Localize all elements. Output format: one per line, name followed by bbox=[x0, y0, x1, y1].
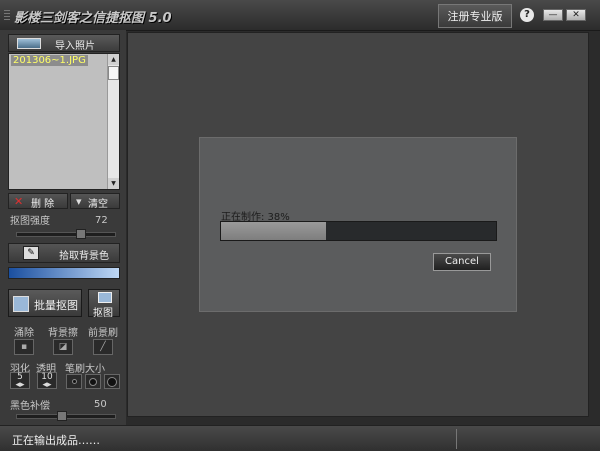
cutout-icon bbox=[98, 292, 112, 303]
brush-medium-option[interactable] bbox=[85, 374, 101, 389]
batch-icon bbox=[13, 296, 29, 312]
cutout-button[interactable]: 抠图 bbox=[88, 289, 120, 319]
brush-small-option[interactable] bbox=[66, 374, 82, 389]
background-brush-label: 背景擦 bbox=[48, 328, 78, 339]
grip-icon bbox=[4, 10, 10, 20]
scroll-thumb[interactable] bbox=[108, 66, 119, 80]
clear-button[interactable]: ▾ 清空 bbox=[70, 193, 120, 210]
import-photos-button[interactable]: 导入照片 bbox=[8, 34, 120, 52]
small-dot-icon bbox=[72, 379, 77, 384]
black-compensation-label: 黑色补偿 bbox=[10, 401, 50, 412]
stepper-arrows-icon: ◂▸ bbox=[15, 380, 25, 390]
progress-bar-fill bbox=[221, 222, 326, 240]
cutout-label: 抠图 bbox=[93, 308, 113, 319]
batch-cutout-label: 批量抠图 bbox=[34, 299, 78, 312]
black-compensation-slider[interactable] bbox=[16, 411, 116, 421]
stepper-arrows-icon: ◂▸ bbox=[42, 380, 52, 390]
pick-background-color-button[interactable]: ✎ 拾取背景色 bbox=[8, 243, 120, 263]
strength-value: 72 bbox=[95, 215, 108, 226]
black-compensation-slider-knob[interactable] bbox=[57, 411, 67, 421]
scroll-up-arrow-icon[interactable]: ▲ bbox=[108, 54, 119, 65]
title-bar: 影楼三剑客之信捷抠图 5.0 注册专业版 ? — ✕ bbox=[0, 0, 600, 31]
minimize-button[interactable]: — bbox=[543, 9, 563, 21]
status-text: 正在输出成品…… bbox=[12, 434, 100, 447]
delete-x-icon: ✕ bbox=[14, 195, 24, 208]
eyedropper-icon: ✎ bbox=[23, 246, 39, 260]
feather-stepper[interactable]: 5 ◂▸ bbox=[10, 372, 30, 390]
close-button[interactable]: ✕ bbox=[566, 9, 586, 21]
opacity-stepper[interactable]: 10 ◂▸ bbox=[37, 372, 57, 390]
delete-button[interactable]: ✕ 删 除 bbox=[8, 193, 68, 210]
background-color-swatch bbox=[8, 267, 120, 279]
progress-bar bbox=[220, 221, 497, 241]
brush-size-label: 笔刷大小 bbox=[65, 364, 105, 375]
erase-tool[interactable]: 涌除 ▪ bbox=[6, 324, 42, 356]
strength-slider-knob[interactable] bbox=[76, 229, 86, 239]
foreground-brush-label: 前景刷 bbox=[88, 328, 118, 339]
black-compensation-value: 50 bbox=[94, 399, 107, 410]
erase-tool-label: 涌除 bbox=[14, 328, 34, 339]
large-dot-icon bbox=[107, 377, 117, 387]
file-list-item[interactable]: 201306~1.JPG bbox=[11, 55, 88, 66]
progress-dialog: 正在制作: 38% Cancel bbox=[199, 137, 517, 312]
strength-label: 抠图强度 bbox=[10, 216, 50, 227]
brush-large-option[interactable] bbox=[104, 374, 120, 389]
clear-label: 清空 bbox=[88, 199, 108, 210]
status-divider bbox=[456, 429, 457, 449]
register-pro-button[interactable]: 注册专业版 bbox=[438, 4, 512, 28]
erase-icon: ▪ bbox=[14, 339, 34, 355]
help-icon[interactable]: ? bbox=[520, 8, 534, 22]
scroll-down-arrow-icon[interactable]: ▼ bbox=[108, 178, 119, 189]
cancel-button[interactable]: Cancel bbox=[433, 253, 491, 271]
photo-icon bbox=[17, 38, 41, 49]
batch-cutout-button[interactable]: 批量抠图 bbox=[8, 289, 82, 317]
file-list[interactable]: 201306~1.JPG ▲ ▼ bbox=[8, 53, 120, 190]
file-list-scrollbar[interactable]: ▲ ▼ bbox=[107, 54, 119, 189]
background-brush-icon: ◪ bbox=[53, 339, 73, 355]
status-bar: 正在输出成品…… bbox=[0, 425, 600, 451]
import-photos-label: 导入照片 bbox=[55, 41, 95, 52]
delete-label: 删 除 bbox=[31, 199, 55, 210]
medium-dot-icon bbox=[89, 378, 97, 386]
trash-icon: ▾ bbox=[76, 195, 82, 208]
strength-slider[interactable] bbox=[16, 229, 116, 239]
foreground-brush-tool[interactable]: 前景刷 ╱ bbox=[85, 324, 121, 356]
pick-background-label: 拾取背景色 bbox=[59, 251, 109, 262]
background-brush-tool[interactable]: 背景擦 ◪ bbox=[45, 324, 81, 356]
foreground-brush-icon: ╱ bbox=[93, 339, 113, 355]
app-title: 影楼三剑客之信捷抠图 5.0 bbox=[14, 11, 172, 26]
